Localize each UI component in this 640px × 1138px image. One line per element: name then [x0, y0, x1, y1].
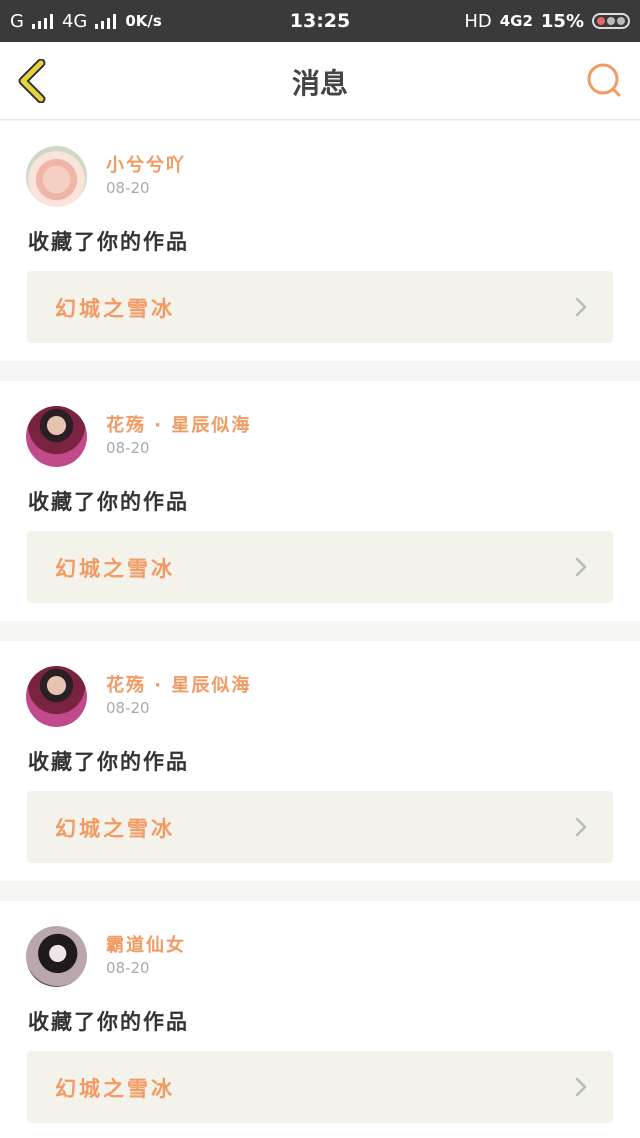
work-title: 幻城之雪冰 [55, 557, 175, 581]
signal-icon [95, 13, 117, 29]
message-date: 08-20 [106, 699, 150, 717]
status-bar: G 4G 0K/s 13:25 HD 4G2 15% [0, 0, 640, 42]
page-title: 消息 [291, 67, 348, 100]
clock: 13:25 [289, 10, 351, 32]
work-link[interactable]: 幻城之雪冰 [27, 791, 613, 863]
avatar[interactable] [26, 146, 87, 207]
username[interactable]: 花殇 · 星辰似海 [106, 411, 251, 437]
action-text: 收藏了你的作品 [28, 1010, 189, 1034]
status-right: HD 4G2 15% [464, 11, 630, 32]
username[interactable]: 霸道仙女 [106, 931, 186, 957]
work-title: 幻城之雪冰 [55, 297, 175, 321]
message-item: 花殇 · 星辰似海 08-20 收藏了你的作品 幻城之雪冰 [0, 381, 640, 621]
network-speed: 0K/s [125, 12, 162, 30]
chevron-right-icon [575, 817, 587, 837]
chevron-right-icon [575, 557, 587, 577]
action-text: 收藏了你的作品 [28, 490, 189, 514]
message-list: 小兮兮吖 08-20 收藏了你的作品 幻城之雪冰 花殇 · 星辰似海 08-20… [0, 121, 640, 1138]
signal-icon [31, 13, 54, 29]
search-button[interactable] [586, 62, 624, 100]
work-link[interactable]: 幻城之雪冰 [27, 1051, 613, 1123]
battery-icon [592, 13, 630, 29]
carrier-label: G [10, 10, 24, 32]
status-left: G 4G 0K/s [10, 11, 162, 32]
message-date: 08-20 [106, 179, 150, 197]
battery-percent: 15% [540, 10, 584, 32]
work-link[interactable]: 幻城之雪冰 [27, 531, 613, 603]
chevron-right-icon [575, 1077, 587, 1097]
hd-label: HD [464, 10, 492, 32]
message-item: 霸道仙女 08-20 收藏了你的作品 幻城之雪冰 [0, 901, 640, 1138]
network-4g-label: 4G2 [499, 12, 533, 30]
message-item: 小兮兮吖 08-20 收藏了你的作品 幻城之雪冰 [0, 121, 640, 361]
username[interactable]: 花殇 · 星辰似海 [106, 671, 251, 697]
search-icon [587, 63, 621, 97]
avatar[interactable] [26, 406, 87, 467]
work-link[interactable]: 幻城之雪冰 [27, 271, 613, 343]
work-title: 幻城之雪冰 [55, 1077, 175, 1101]
header: 消息 [0, 42, 640, 120]
work-title: 幻城之雪冰 [55, 817, 175, 841]
username[interactable]: 小兮兮吖 [106, 151, 186, 177]
action-text: 收藏了你的作品 [28, 750, 189, 774]
message-date: 08-20 [106, 439, 150, 457]
avatar[interactable] [26, 926, 87, 987]
message-date: 08-20 [106, 959, 150, 977]
action-text: 收藏了你的作品 [28, 230, 189, 254]
avatar[interactable] [26, 666, 87, 727]
chevron-right-icon [575, 297, 587, 317]
network-type-label: 4G [61, 10, 88, 32]
message-item: 花殇 · 星辰似海 08-20 收藏了你的作品 幻城之雪冰 [0, 641, 640, 881]
